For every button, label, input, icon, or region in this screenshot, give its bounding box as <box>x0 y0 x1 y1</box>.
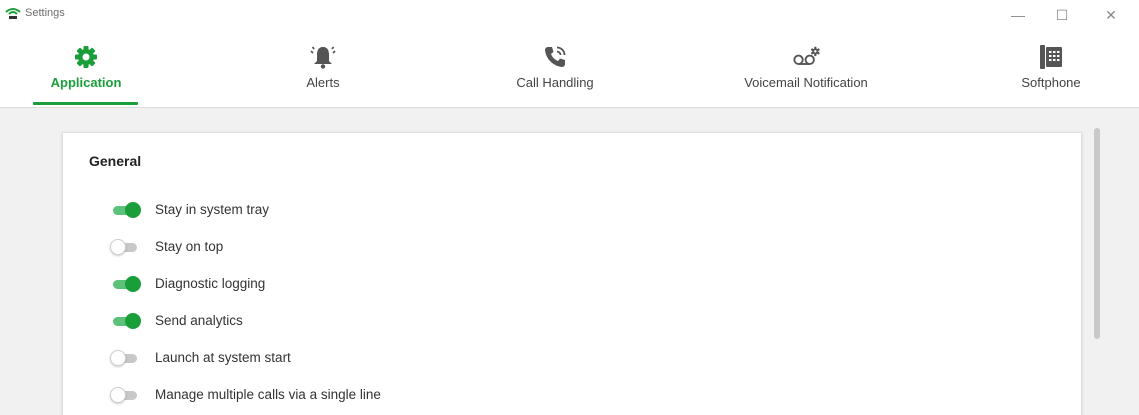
minimize-button[interactable]: — <box>998 0 1038 30</box>
setting-stay-on-top[interactable]: Stay on top <box>110 228 381 265</box>
window-title: Settings <box>25 7 65 19</box>
setting-send-analytics[interactable]: Send analytics <box>111 302 381 339</box>
toggle-knob <box>125 201 141 218</box>
setting-label: Stay on top <box>155 239 224 254</box>
maximize-icon: ☐ <box>1055 6 1069 23</box>
tab-label: Application <box>50 75 122 90</box>
toggle-switch[interactable] <box>110 349 141 366</box>
setting-stay-in-system-tray[interactable]: Stay in system tray <box>111 191 381 228</box>
setting-launch-at-system-start[interactable]: Launch at system start <box>110 339 381 376</box>
settings-list: Stay in system tray Stay on top Diagnost… <box>110 191 381 413</box>
app-logo-icon <box>4 6 22 20</box>
phone-icon <box>541 42 569 72</box>
title-bar: Settings — ☐ ✕ <box>0 0 1139 30</box>
vertical-scrollbar-thumb[interactable] <box>1094 128 1100 339</box>
toggle-switch[interactable] <box>110 238 141 255</box>
desk-phone-icon <box>1037 42 1065 72</box>
minimize-icon: — <box>1011 7 1025 23</box>
toggle-knob <box>110 349 126 366</box>
settings-tab-bar: Application Alerts Call Handling Voicema… <box>0 30 1139 108</box>
general-settings-card: General Stay in system tray Stay on top <box>62 132 1082 415</box>
section-title: General <box>89 153 142 169</box>
setting-manage-multiple-calls[interactable]: Manage multiple calls via a single line <box>110 376 381 413</box>
tab-application[interactable]: Application <box>40 30 132 107</box>
toggle-switch[interactable] <box>111 312 141 329</box>
toggle-switch[interactable] <box>111 275 141 292</box>
close-button[interactable]: ✕ <box>1091 0 1131 30</box>
setting-label: Stay in system tray <box>155 202 270 217</box>
gear-icon <box>72 42 100 72</box>
tab-label: Call Handling <box>516 75 594 90</box>
voicemail-icon <box>792 42 820 72</box>
toggle-knob <box>125 275 141 292</box>
setting-label: Send analytics <box>155 313 243 328</box>
close-icon: ✕ <box>1105 6 1117 23</box>
tab-label: Voicemail Notification <box>744 75 868 90</box>
setting-diagnostic-logging[interactable]: Diagnostic logging <box>111 265 381 302</box>
toggle-knob <box>110 386 126 403</box>
active-tab-indicator <box>33 102 138 105</box>
toggle-knob <box>125 312 141 329</box>
bell-icon <box>309 42 337 72</box>
maximize-button[interactable]: ☐ <box>1042 0 1082 30</box>
toggle-knob <box>110 238 126 255</box>
setting-label: Launch at system start <box>155 350 291 365</box>
tab-alerts[interactable]: Alerts <box>298 30 348 107</box>
tab-voicemail-notification[interactable]: Voicemail Notification <box>733 30 879 107</box>
settings-content: General Stay in system tray Stay on top <box>0 108 1139 415</box>
setting-label: Manage multiple calls via a single line <box>155 387 381 402</box>
tab-label: Alerts <box>306 75 340 90</box>
tab-label: Softphone <box>1021 75 1081 90</box>
tab-call-handling[interactable]: Call Handling <box>510 30 600 107</box>
toggle-switch[interactable] <box>110 386 141 403</box>
toggle-switch[interactable] <box>111 201 141 218</box>
setting-label: Diagnostic logging <box>155 276 266 291</box>
tab-softphone[interactable]: Softphone <box>1011 30 1091 107</box>
